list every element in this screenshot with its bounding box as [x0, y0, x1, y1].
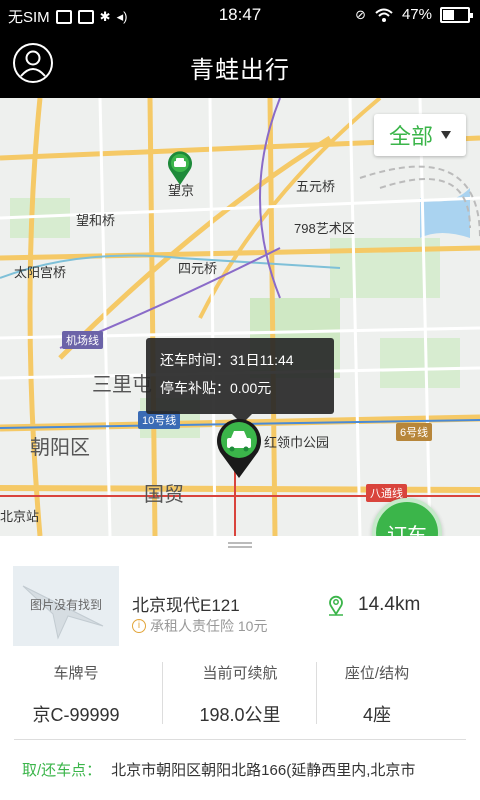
map-label-chaoyang: 朝阳区 — [30, 437, 90, 459]
car-name: 北京现代E121 — [132, 596, 240, 615]
car-image-placeholder: 图片没有找到 — [13, 566, 119, 646]
nav-bar: 青蛙出行 — [0, 30, 480, 98]
map-label-sanlitun: 三里屯 — [92, 374, 152, 396]
map-label-line6: 6号线 — [396, 423, 433, 441]
caret-down-icon — [441, 131, 451, 139]
stat-range-value: 198.0公里 — [199, 705, 281, 725]
stat-plate: 车牌号 京C-99999 — [0, 662, 152, 727]
map-label-wuyuanqiao: 五元桥 — [296, 179, 336, 194]
map-label-wanghe: 望和桥 — [76, 213, 116, 228]
mute-icon: ⊘ — [355, 6, 366, 22]
wifi-icon — [375, 8, 393, 22]
map-label-siyuan: 四元桥 — [178, 261, 218, 276]
stat-seats-value: 4座 — [362, 705, 391, 725]
tooltip-return-time: 还车时间：31日11:44 — [160, 352, 294, 368]
pickup-address-value: 北京市朝阳区朝阳北路166(延静西里内,北京市 — [111, 762, 416, 779]
pickup-address: 取/还车点： 北京市朝阳区朝阳北路166(延静西里内,北京市 — [22, 759, 466, 780]
distance-value: 14.4km — [358, 594, 421, 615]
battery-percent: 47% — [401, 6, 432, 23]
pickup-address-label: 取/还车点： — [22, 762, 102, 779]
stat-range-label: 当前可续航 — [202, 665, 278, 682]
location-pin-icon — [329, 595, 343, 616]
map-label-taiyanggong: 太阳宫桥 — [14, 265, 67, 280]
insurance-text: 承租人责任险 10元 — [150, 618, 268, 634]
drag-handle[interactable] — [228, 542, 252, 548]
status-right: ⊘ 47% — [355, 6, 473, 23]
info-icon: i — [132, 619, 146, 633]
battery-fill — [443, 9, 454, 20]
image-not-found-text: 图片没有找到 — [29, 598, 102, 612]
distance-info: 14.4km — [328, 594, 420, 616]
filter-label: 全部 — [388, 124, 433, 149]
car-info-tooltip: 还车时间：31日11:44 停车补贴：0.00元 — [146, 338, 334, 424]
map-label-beijing-station: 北京站 — [0, 509, 40, 524]
battery-icon — [440, 6, 473, 23]
status-bar: 无SIM ✱ ◂) 18:47 ⊘ 47% — [0, 0, 480, 30]
map-view[interactable]: 望京 五元桥 798艺术区 望和桥 太阳宫桥 四元桥 机场线 三里屯 10号线 … — [0, 98, 480, 536]
stat-range: 当前可续航 198.0公里 — [164, 662, 316, 727]
car-marker-small-icon[interactable] — [166, 150, 194, 186]
stat-plate-label: 车牌号 — [53, 665, 99, 682]
map-label-hongling: 红领巾公园 — [264, 435, 330, 450]
stat-seats-label: 座位/结构 — [344, 665, 410, 682]
car-marker-selected-icon[interactable] — [212, 416, 266, 480]
map-label-airport-line: 机场线 — [62, 331, 103, 349]
stat-seats: 座位/结构 4座 — [302, 662, 452, 727]
car-detail-sheet: 图片没有找到 北京现代E121 i 承租人责任险 10元 14.4km 车牌号 … — [0, 536, 480, 800]
map-label-guomao: 国贸 — [144, 484, 184, 506]
map-label-798: 798艺术区 — [294, 221, 355, 236]
section-divider — [14, 739, 466, 740]
insurance-info: i 承租人责任险 10元 — [132, 616, 267, 636]
stat-divider — [162, 662, 163, 724]
tooltip-parking-subsidy: 停车补贴：0.00元 — [160, 380, 272, 396]
filter-dropdown[interactable]: 全部 — [374, 114, 466, 156]
page-title: 青蛙出行 — [190, 57, 290, 84]
stat-plate-value: 京C-99999 — [32, 705, 120, 725]
